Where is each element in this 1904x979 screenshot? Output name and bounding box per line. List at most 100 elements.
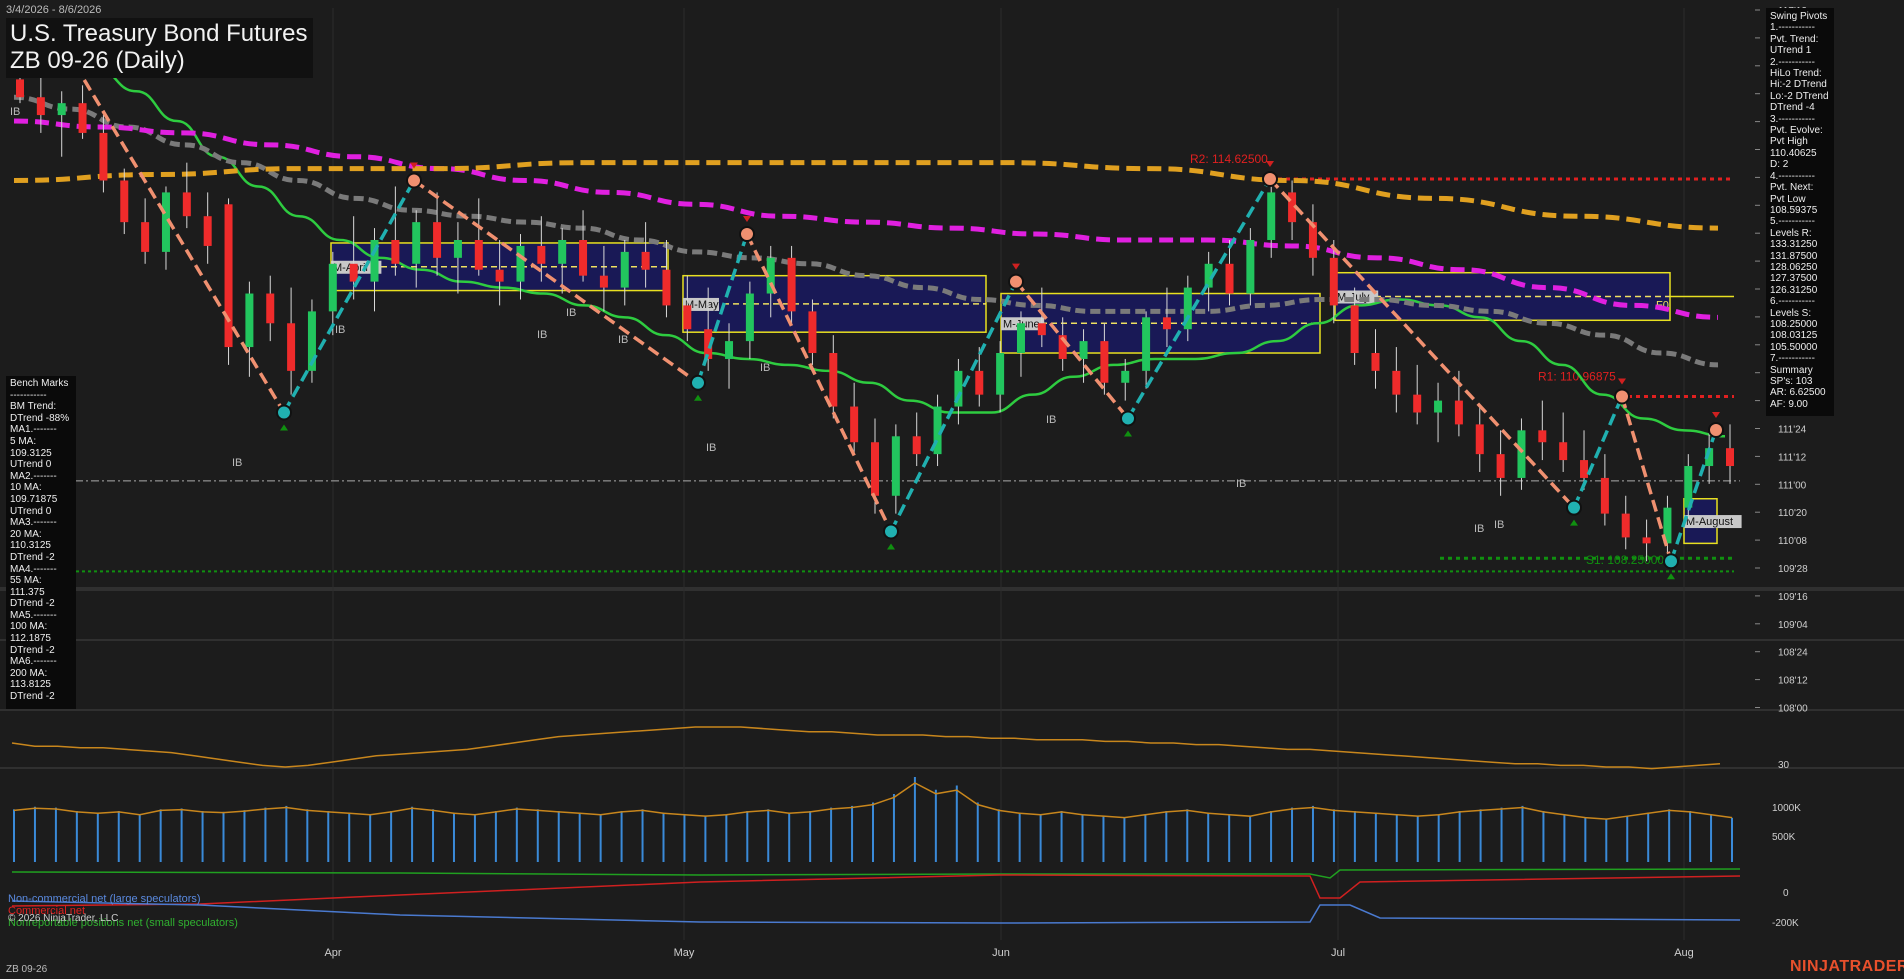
bench-marks-line: MA1.------- [10, 424, 57, 436]
ib-label: IB [335, 324, 345, 336]
volume-panel: 1000K 500K [13, 777, 1801, 862]
swing-pivots-line: HiLo Trend: [1770, 68, 1822, 80]
swing-pivots-line: 127.37500 [1770, 273, 1818, 285]
price-tick-label: 109'28 [1778, 564, 1808, 575]
swing-pivots-line: Pvt. Next: [1770, 182, 1814, 194]
swing-pivot [739, 226, 755, 243]
price-chart[interactable]: M-AprilM-MayM-JuneM-JulyF0M-August R2: 1… [0, 0, 1904, 979]
bench-marks-line: MA5.------- [10, 609, 57, 621]
swing-pivot [1008, 273, 1024, 290]
candle-body [725, 341, 734, 359]
candle-body [412, 222, 421, 264]
level-label: R2: 114.62500 [1190, 152, 1268, 166]
swing-line [1572, 395, 1624, 509]
price-tick-label: 111'24 [1778, 425, 1807, 436]
swing-pivots-line: Pvt. Trend: [1770, 33, 1819, 45]
candle-body [1267, 192, 1276, 240]
pivot-up-triangle [1570, 519, 1578, 526]
bench-marks-line: Bench Marks [10, 378, 69, 389]
candle-body [871, 442, 879, 496]
chart-title: U.S. Treasury Bond Futures [10, 20, 308, 47]
price-tick-label: 109'04 [1778, 620, 1808, 631]
swing-pivot [276, 404, 292, 421]
bench-marks-line: MA2.------- [10, 470, 57, 482]
moving-averages [13, 54, 1726, 438]
candle-body [1350, 305, 1359, 354]
swing-pivots-line: 108.59375 [1770, 204, 1818, 216]
bench-marks-line: 10 MA: [10, 482, 42, 494]
pivot-up-triangle [280, 424, 288, 431]
ib-label: IB [706, 442, 716, 454]
candle-body [16, 79, 24, 98]
bench-marks-line: 110.3125 [10, 540, 51, 552]
candle-body [829, 353, 838, 407]
candle-body [1600, 477, 1609, 514]
candle-body [1392, 370, 1401, 395]
swing-pivot [883, 523, 899, 540]
price-tick-label: 109'16 [1778, 592, 1808, 603]
chart-title-box: U.S. Treasury Bond Futures ZB 09-26 (Dai… [6, 18, 314, 78]
candle-body [36, 97, 45, 116]
time-tick-label: Jul [1331, 947, 1345, 959]
ib-label: IB [10, 106, 20, 118]
pivot-down-triangle [1618, 378, 1626, 385]
swing-pivots-line: Swing Pivots [1770, 11, 1828, 22]
cot-large-line [11, 900, 1741, 924]
candle-body [996, 353, 1005, 395]
swing-line [73, 63, 286, 414]
level-label: S1: 108.25000 [1586, 553, 1664, 567]
swing-pivots-line: Pvt High [1770, 136, 1808, 148]
cot-tick-label: -200K [1772, 918, 1799, 929]
swing-pivot [1566, 499, 1582, 516]
candle-body [120, 180, 129, 223]
pivot-up-triangle [694, 394, 702, 401]
bench-marks-line: DTrend -2 [10, 644, 55, 656]
swing-pivots-line: SP's: 103 [1770, 376, 1813, 387]
candle-body [599, 275, 608, 288]
brand-logo: NINJATRADER [1790, 958, 1904, 975]
cot-tick-label: 0 [1783, 888, 1789, 899]
oscillator-tick-label: 30 [1778, 760, 1790, 771]
candle-body [182, 192, 191, 217]
swing-line [282, 179, 416, 414]
candle-body [558, 239, 567, 264]
swing-pivots-line: 2.----------- [1770, 56, 1815, 68]
candle-body [975, 370, 984, 395]
candle-body [1413, 394, 1422, 413]
ma-line-20ma [13, 54, 1726, 438]
candle-body [662, 269, 671, 306]
candle-body [1225, 263, 1234, 294]
ib-label: IB [760, 362, 770, 374]
candle-body [1100, 341, 1109, 383]
candle-body [641, 251, 650, 270]
bench-marks-line: BM Trend: [10, 401, 57, 413]
bench-marks-line: 109.3125 [10, 447, 52, 459]
bench-marks-line: 111.375 [10, 586, 45, 598]
candle-body [1121, 370, 1130, 383]
candle-body [1079, 341, 1088, 359]
cot-small-line [11, 868, 1741, 879]
candle-body [433, 222, 442, 258]
candle-body [891, 436, 900, 496]
price-tick-label: 111'12 [1778, 452, 1807, 463]
bench-marks-line: MA3.------- [10, 517, 57, 529]
candle-body [1329, 257, 1338, 306]
swing-pivot [1663, 553, 1679, 570]
swing-pivots-line: 3.----------- [1770, 113, 1815, 125]
candle-body [453, 239, 462, 258]
swing-pivot [1120, 410, 1136, 427]
price-tick-label: 108'00 [1778, 704, 1808, 715]
candle-body [78, 103, 87, 133]
swing-pivots-line: DTrend -4 [1770, 102, 1815, 114]
bench-marks-line: 112.1875 [10, 633, 51, 645]
candle-body [1434, 400, 1443, 413]
time-tick-label: May [674, 947, 695, 959]
swing-pivots-line: Levels R: [1770, 227, 1812, 239]
bench-marks-line: 113.8125 [10, 679, 51, 691]
candle-body [1559, 442, 1568, 461]
ib-label: IB [1046, 414, 1056, 426]
cot-commercial-line [11, 874, 1741, 907]
candle-body [1371, 353, 1380, 371]
candle-body [328, 263, 337, 312]
swing-pivots-line: 4.----------- [1770, 170, 1815, 182]
